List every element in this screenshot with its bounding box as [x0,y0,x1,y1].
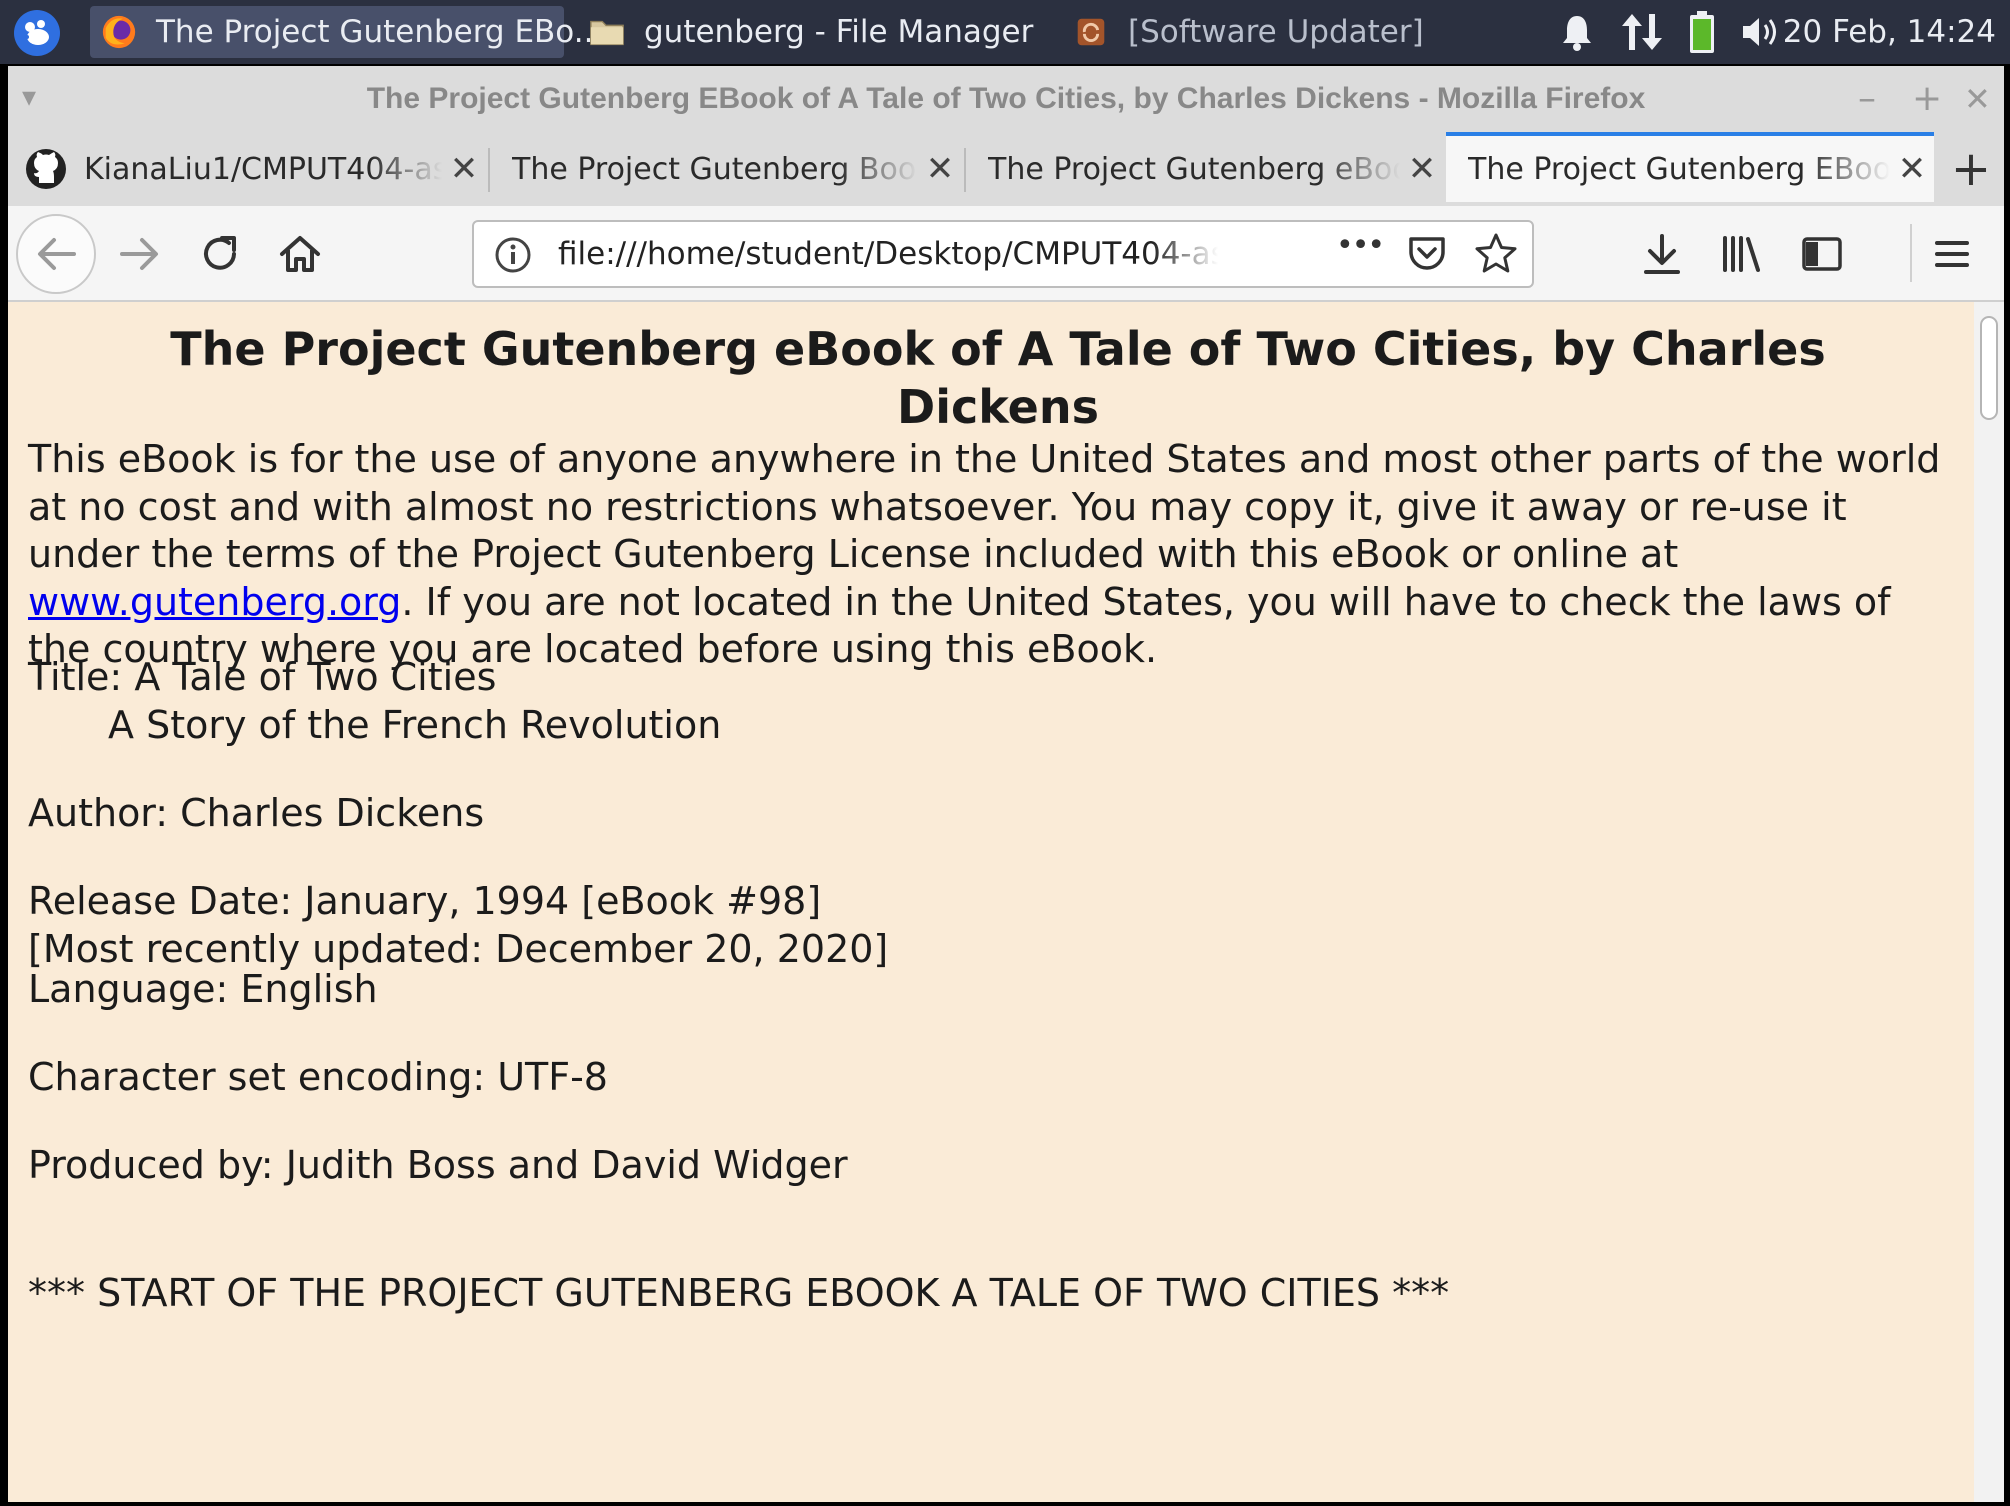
minimize-button[interactable]: – [1858,78,1876,119]
tab-close-button[interactable]: ✕ [918,149,962,189]
taskbar-task-software-updater[interactable]: [Software Updater] [1062,6,1462,58]
author-field: Author: Charles Dickens [28,791,485,835]
page-title: The Project Gutenberg eBook of A Tale of… [170,322,1826,434]
navigation-toolbar: file:///home/student/Desktop/CMPUT404-as… [8,206,2004,302]
maximize-button[interactable]: + [1912,78,1942,119]
title-line: Title: A Tale of Two Cities [28,655,497,699]
page-content: The Project Gutenberg eBook of A Tale of… [8,302,1974,1502]
page-actions-button[interactable]: ••• [1336,228,1385,263]
tab-close-button[interactable]: ✕ [1400,149,1444,189]
charset-field: Character set encoding: UTF-8 [28,1055,608,1099]
taskbar-task-label: gutenberg - File Manager [644,14,1034,50]
tab-gutenberg-book[interactable]: The Project Gutenberg Book ✕ [498,132,962,206]
window-menu-button[interactable]: ▾ [22,80,36,113]
tab-strip: KianaLiu1/CMPUT404-assignment ✕ The Proj… [8,132,2004,206]
battery-icon[interactable] [1688,8,1716,56]
notification-bell-icon[interactable] [1560,8,1594,56]
tab-close-button[interactable]: ✕ [442,149,486,189]
library-button[interactable] [1714,226,1770,282]
forward-button[interactable] [112,226,168,282]
scrollbar-thumb[interactable] [1980,316,1998,420]
tab-label: The Project Gutenberg Book [512,151,918,187]
tab-close-button[interactable]: ✕ [1890,149,1934,189]
toolbar-separator [1910,224,1912,282]
sidebar-icon [1802,237,1842,271]
close-window-button[interactable]: ✕ [1964,80,1991,118]
back-arrow-icon [38,238,76,270]
updated-line: [Most recently updated: December 20, 202… [28,926,889,971]
url-bar[interactable]: file:///home/student/Desktop/CMPUT404-as… [472,220,1534,288]
tab-separator [488,148,490,192]
tab-label: KianaLiu1/CMPUT404-assignment [84,151,442,187]
downloads-button[interactable] [1634,226,1690,282]
release-line: Release Date: January, 1994 [eBook #98] [28,879,822,923]
firefox-icon [102,15,136,49]
language-field: Language: English [28,967,378,1011]
tab-label: The Project Gutenberg EBook [1468,151,1890,187]
download-icon [1644,234,1680,274]
github-icon [26,149,66,189]
back-button[interactable] [16,214,96,294]
book-title-field: Title: A Tale of Two Cities A Story of t… [28,654,1958,749]
xfce-mouse-icon [25,20,49,45]
software-updater-icon [1077,18,1105,46]
taskbar-task-firefox[interactable]: The Project Gutenberg EBo... [90,6,603,58]
reload-icon [204,236,236,270]
window-title: The Project Gutenberg EBook of A Tale of… [366,82,1646,115]
taskbar-task-label: The Project Gutenberg EBo... [156,14,604,50]
new-tab-button[interactable]: + [1938,132,2004,206]
tab-github[interactable]: KianaLiu1/CMPUT404-assignment ✕ [8,132,486,206]
intro-text: This eBook is for the use of anyone anyw… [28,437,1941,576]
intro-paragraph: This eBook is for the use of anyone anyw… [28,436,1958,674]
taskbar-task-label: [Software Updater] [1128,14,1424,50]
pocket-icon[interactable] [1406,234,1448,274]
tab-separator [964,148,966,192]
window-titlebar[interactable]: ▾ The Project Gutenberg EBook of A Tale … [8,66,2004,132]
taskbar-task-file-manager[interactable]: gutenberg - File Manager [578,6,1033,58]
network-icon[interactable] [1620,8,1664,56]
producer-field: Produced by: Judith Boss and David Widge… [28,1143,848,1187]
site-info-icon[interactable] [494,236,532,274]
home-icon [280,236,320,272]
reload-button[interactable] [192,226,248,282]
bookmark-star-icon[interactable] [1474,232,1518,276]
tab-gutenberg-ebook-active[interactable]: The Project Gutenberg EBook ✕ [1446,132,1934,202]
taskbar: The Project Gutenberg EBo... gutenberg -… [0,0,2010,64]
subtitle-line: A Story of the French Revolution [108,702,722,747]
release-date-field: Release Date: January, 1994 [eBook #98] … [28,878,1958,973]
open-menu-button[interactable] [1924,226,1980,282]
tab-gutenberg-ebook[interactable]: The Project Gutenberg eBook ✕ [974,132,1444,206]
start-marker: *** START OF THE PROJECT GUTENBERG EBOOK… [28,1271,1450,1315]
home-button[interactable] [272,226,328,282]
vertical-scrollbar[interactable] [1974,302,2004,1502]
tab-label: The Project Gutenberg eBook [988,151,1400,187]
firefox-window: ▾ The Project Gutenberg EBook of A Tale … [8,66,2004,1502]
url-text[interactable]: file:///home/student/Desktop/CMPUT404-as… [558,222,1218,286]
clock[interactable]: 20 Feb, 14:24 [1783,8,1996,56]
forward-arrow-icon [120,238,158,270]
gutenberg-link[interactable]: www.gutenberg.org [28,580,401,624]
sidebar-button[interactable] [1794,226,1850,282]
volume-icon[interactable] [1740,8,1784,56]
folder-icon [590,20,624,46]
library-icon [1723,236,1760,272]
hamburger-menu-icon [1935,241,1969,267]
app-menu-button[interactable] [14,10,60,56]
